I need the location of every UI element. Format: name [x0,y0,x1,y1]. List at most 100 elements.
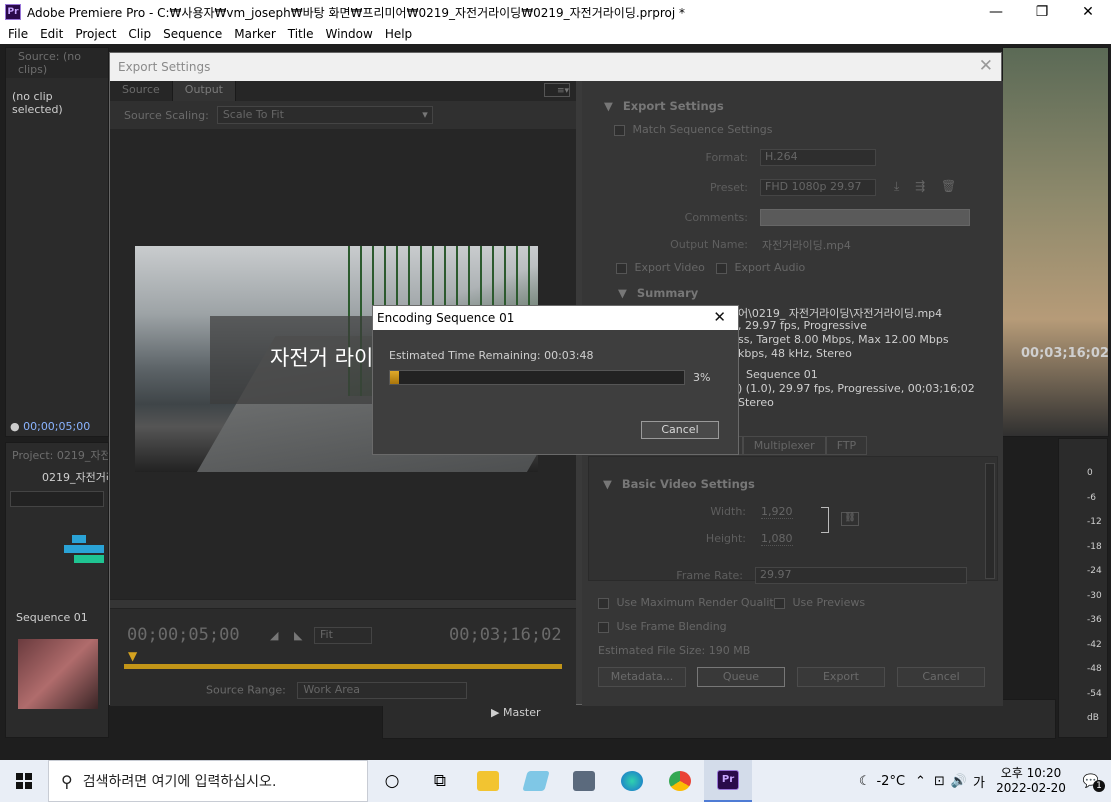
task-view-icon[interactable]: ⧉ [416,760,464,802]
title-bar: Pr Adobe Premiere Pro - C:₩사용자₩vm_joseph… [0,0,1111,24]
chrome-icon[interactable] [656,760,704,802]
menu-edit[interactable]: Edit [34,27,69,41]
premiere-logo-icon: Pr [5,4,21,20]
frame-rate-select[interactable]: 29.97 [755,567,967,584]
format-label: Format: [705,151,748,164]
chain-link-icon[interactable]: ⛓ [841,512,859,526]
comments-input[interactable] [760,209,970,226]
cancel-export-button[interactable]: Cancel [897,667,985,687]
menu-project[interactable]: Project [69,27,122,41]
menu-sequence[interactable]: Sequence [157,27,228,41]
notification-center-icon[interactable]: 💬 1 [1071,774,1111,792]
preview-scrollbar[interactable] [110,599,576,609]
export-audio-checkbox[interactable] [716,262,727,274]
close-icon[interactable]: ✕ [713,308,726,326]
set-in-icon[interactable]: ◢ [270,629,278,642]
start-button[interactable] [0,773,48,789]
ime-indicator[interactable]: 가 [973,772,985,791]
work-area-bar[interactable] [124,664,562,669]
weather-temp[interactable]: -2°C [876,774,905,789]
notepad-icon[interactable] [512,760,560,802]
import-preset-icon[interactable]: ⇶ [915,179,925,193]
source-timecode[interactable]: 00;00;05;00 [23,420,90,433]
settings-scrollbar[interactable] [985,463,995,579]
close-button[interactable]: ✕ [1065,0,1111,24]
meter-tick: -42 [1087,639,1102,650]
export-video-checkbox[interactable] [616,262,627,274]
clip-thumbnail[interactable] [18,639,98,709]
collapse-triangle-icon[interactable]: ▼ [603,477,612,491]
taskbar-search-input[interactable]: ⚲ 검색하려면 여기에 입력하십시오. [48,760,368,802]
source-tab[interactable]: Source: (no clips) [6,48,108,78]
calculator-icon[interactable] [560,760,608,802]
cortana-icon[interactable]: ○ [368,760,416,802]
output-name-link[interactable]: 자전거라이딩.mp4 [762,237,851,253]
system-tray: ☾ -2°C ⌃ ⊡ 🔊 가 오후 10:20 2022-02-20 💬 1 [859,760,1111,802]
format-select[interactable]: H.264 [760,149,876,166]
frame-blending-checkbox[interactable] [598,621,609,633]
source-range-select[interactable]: Work Area [297,682,468,699]
export-button[interactable]: Export [797,667,885,687]
queue-button[interactable]: Queue [697,667,785,687]
menu-clip[interactable]: Clip [122,27,157,41]
project-item[interactable]: 0219_자전거라 [6,467,108,485]
source-range-label: Source Range: [206,683,286,697]
use-previews-checkbox[interactable] [774,597,785,609]
sequence-label: Sequence 01 [16,611,88,624]
cancel-encoding-button[interactable]: Cancel [641,421,719,439]
menu-file[interactable]: File [2,27,34,41]
out-timecode[interactable]: 00;03;16;02 [449,625,562,645]
notification-badge: 1 [1093,779,1105,792]
close-icon[interactable]: ✕ [979,56,993,76]
collapse-triangle-icon[interactable]: ▼ [618,286,627,300]
sequence-thumbnail-icon[interactable] [64,535,104,563]
program-timecode[interactable]: 00;03;16;02 [1021,346,1109,361]
frame-rate-label: Frame Rate: [676,569,743,582]
fit-select[interactable]: Fit [314,627,372,644]
encoding-dialog: Encoding Sequence 01 ✕ Estimated Time Re… [372,305,739,455]
encoding-dialog-title: Encoding Sequence 01 [377,311,515,325]
export-timeline-controls: 00;00;05;00 ◢ ◣ Fit 00;03;16;02 ▼ Source… [110,599,576,706]
max-render-checkbox[interactable] [598,597,609,609]
meter-tick: -54 [1087,688,1102,699]
save-preset-icon[interactable]: ⤓ [894,179,899,193]
delete-preset-icon[interactable]: 🗑 [941,179,956,193]
menu-help[interactable]: Help [379,27,418,41]
summary-line: ) (1.0), 29.97 fps, Progressive, 00;03;1… [738,382,975,395]
playhead-marker-icon[interactable]: ▼ [128,649,137,663]
in-timecode[interactable]: 00;00;05;00 [127,625,240,645]
tab-ftp[interactable]: FTP [825,436,868,455]
meter-tick: 0 [1087,468,1093,478]
height-value[interactable]: 1,080 [761,532,793,546]
match-sequence-checkbox[interactable] [614,124,625,136]
menu-window[interactable]: Window [319,27,378,41]
volume-icon[interactable]: 🔊 [951,774,967,789]
set-out-icon[interactable]: ◣ [294,629,302,642]
progress-percent: 3% [693,371,711,384]
network-icon[interactable]: ⊡ [934,774,945,789]
weather-moon-icon[interactable]: ☾ [859,774,871,789]
clock-date: 2022-02-20 [996,781,1066,795]
project-search-input[interactable] [10,491,104,507]
file-explorer-icon[interactable] [464,760,512,802]
source-scaling-select[interactable]: Scale To Fit [216,106,433,124]
estimated-time: Estimated Time Remaining: 00:03:48 [389,349,594,362]
menu-title[interactable]: Title [282,27,320,41]
panel-menu-icon[interactable]: ≡▾ [544,83,570,97]
menu-marker[interactable]: Marker [228,27,281,41]
max-render-label: Use Maximum Render Quality [616,596,781,609]
preset-select[interactable]: FHD 1080p 29.97 [760,179,876,196]
tab-output[interactable]: Output [172,81,236,101]
project-tab[interactable]: Project: 0219_자전거 [6,443,108,467]
edge-icon[interactable] [608,760,656,802]
metadata-button[interactable]: Metadata... [598,667,686,687]
maximize-button[interactable]: ❐ [1019,0,1065,24]
tray-expand-icon[interactable]: ⌃ [915,774,926,789]
tab-multiplexer[interactable]: Multiplexer [742,436,826,455]
tab-source[interactable]: Source [110,81,173,101]
premiere-taskbar-icon[interactable]: Pr [704,760,752,802]
width-value[interactable]: 1,920 [761,505,793,519]
clock[interactable]: 오후 10:20 2022-02-20 [991,766,1071,796]
minimize-button[interactable]: — [973,0,1019,24]
collapse-triangle-icon[interactable]: ▼ [604,99,613,113]
